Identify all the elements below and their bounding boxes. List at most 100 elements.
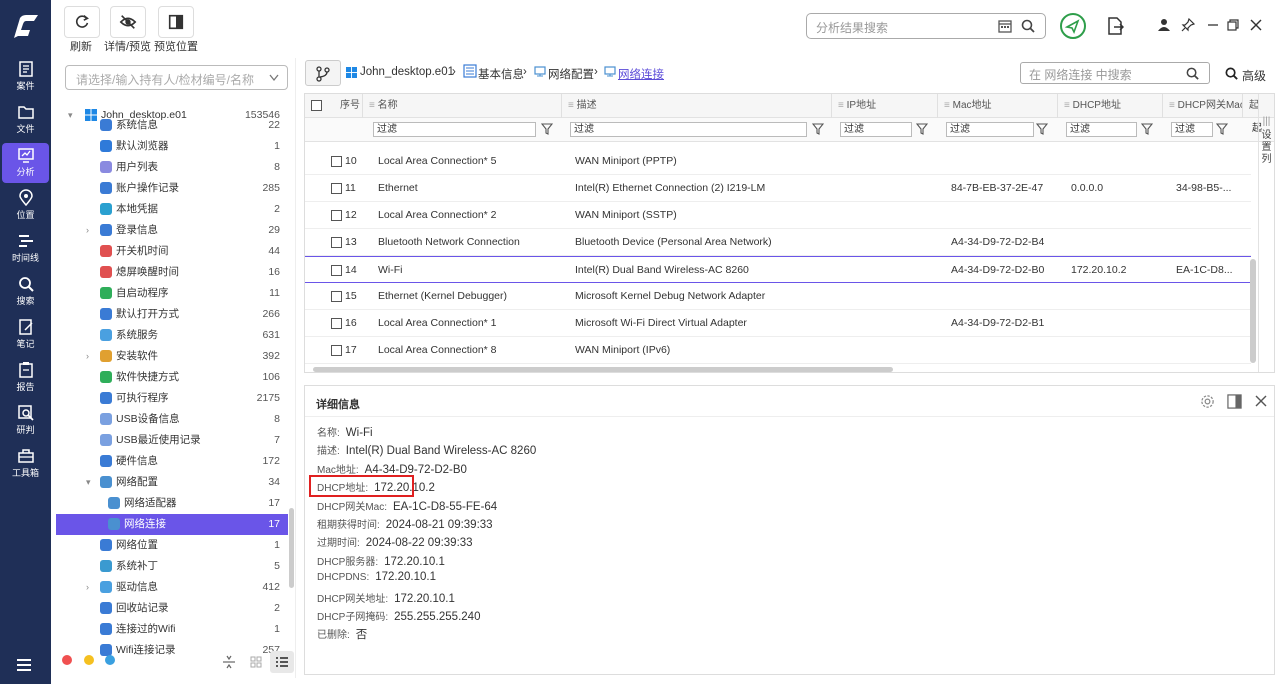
tree-scrollbar[interactable]	[289, 508, 294, 588]
tree-item[interactable]: 连接过的Wifi 1	[56, 619, 288, 640]
tree-item[interactable]: 可执行程序 2175	[56, 388, 288, 409]
close-icon[interactable]	[1254, 394, 1268, 408]
filter-icon[interactable]	[1141, 123, 1153, 135]
sidebar-item-judge[interactable]: 研判	[2, 401, 49, 441]
filter-icon[interactable]	[1036, 123, 1048, 135]
close-icon[interactable]	[1249, 18, 1263, 32]
breadcrumb-network-connection[interactable]: 网络连接	[618, 66, 664, 82]
evidence-select-input[interactable]: 请选择/输入持有人/检材编号/名称	[65, 65, 288, 90]
sidebar-item-timeline[interactable]: 时间线	[2, 229, 49, 269]
tree-item[interactable]: › 驱动信息 412	[56, 577, 288, 598]
tree-item[interactable]: 自启动程序 11	[56, 283, 288, 304]
filter-name-input[interactable]: 过滤	[373, 122, 536, 137]
gear-icon[interactable]	[1200, 394, 1215, 409]
sidebar-item-search[interactable]: 搜索	[2, 272, 49, 312]
tree-item[interactable]: 硬件信息 172	[56, 451, 288, 472]
filter-dhcp-input[interactable]: 过滤	[1066, 122, 1137, 137]
chevron-right-icon[interactable]: ›	[86, 346, 89, 367]
tree-item[interactable]: 系统补丁 5	[56, 556, 288, 577]
tree-item[interactable]: 系统信息 22	[56, 115, 288, 136]
advanced-button[interactable]: 高级	[1242, 67, 1266, 84]
filter-description-input[interactable]: 过滤	[570, 122, 807, 137]
filter-mac-input[interactable]: 过滤	[946, 122, 1034, 137]
table-vertical-scrollbar[interactable]	[1250, 259, 1256, 363]
row-checkbox[interactable]	[331, 265, 342, 276]
list-view-button[interactable]	[270, 651, 294, 673]
send-circle-icon[interactable]	[1059, 12, 1087, 40]
tree-item[interactable]: USB最近使用记录 7	[56, 430, 288, 451]
tree-item[interactable]: 本地凭据 2	[56, 199, 288, 220]
row-checkbox[interactable]	[331, 345, 342, 356]
tree-item[interactable]: › 登录信息 29	[56, 220, 288, 241]
table-row[interactable]: 11 Ethernet Intel(R) Ethernet Connection (…	[305, 175, 1251, 202]
chevron-down-icon[interactable]: ▾	[86, 472, 91, 493]
user-icon[interactable]	[1157, 18, 1171, 32]
breadcrumb-network-config[interactable]: 网络配置	[548, 66, 594, 82]
filter-icon[interactable]	[812, 123, 824, 135]
tree-item[interactable]: 熄屏唤醒时间 16	[56, 262, 288, 283]
row-checkbox[interactable]	[331, 183, 342, 194]
breadcrumb-basic-info[interactable]: 基本信息	[478, 66, 524, 82]
tree-item[interactable]: 网络位置 1	[56, 535, 288, 556]
filter-ip-input[interactable]: 过滤	[840, 122, 912, 137]
sidebar-item-folder[interactable]: 文件	[2, 100, 49, 140]
tree-item[interactable]: 默认浏览器 1	[56, 136, 288, 157]
table-row[interactable]: 15 Ethernet (Kernel Debugger) Microsoft Ke…	[305, 283, 1251, 310]
row-checkbox[interactable]	[331, 210, 342, 221]
export-file-icon[interactable]	[1106, 16, 1124, 36]
tree-item[interactable]: 用户列表 8	[56, 157, 288, 178]
tree-item[interactable]: ▾ 网络配置 34	[56, 472, 288, 493]
sidebar-item-analysis[interactable]: 分析	[2, 143, 49, 183]
sidebar-item-note[interactable]: 笔记	[2, 315, 49, 355]
tree-item[interactable]: 账户操作记录 285	[56, 178, 288, 199]
set-columns-button[interactable]: ||| 设置列	[1258, 94, 1274, 372]
branch-toggle-button[interactable]	[305, 60, 341, 86]
table-horizontal-scrollbar[interactable]	[313, 367, 893, 372]
row-checkbox[interactable]	[331, 318, 342, 329]
tree-item[interactable]: › 安装软件 392	[56, 346, 288, 367]
detail-preview-button[interactable]	[110, 6, 146, 38]
tree-item[interactable]: 软件快捷方式 106	[56, 367, 288, 388]
tree-item[interactable]: USB设备信息 8	[56, 409, 288, 430]
filter-icon[interactable]	[541, 123, 553, 135]
filter-icon[interactable]	[1216, 123, 1228, 135]
table-row[interactable]: 14 Wi-Fi Intel(R) Dual Band Wireless-AC 82…	[305, 256, 1251, 283]
grid-view-icon[interactable]	[249, 655, 263, 669]
tree-item[interactable]: 回收站记录 2	[56, 598, 288, 619]
table-row[interactable]: 13 Bluetooth Network Connection Bluetooth …	[305, 229, 1251, 256]
table-search-input[interactable]: 在 网络连接 中搜索	[1020, 62, 1210, 84]
chevron-right-icon[interactable]: ›	[86, 577, 89, 598]
sidebar-item-location[interactable]: 位置	[2, 186, 49, 226]
header-description[interactable]: ≡ 描述	[562, 94, 832, 118]
restore-icon[interactable]	[1226, 18, 1240, 32]
filter-icon[interactable]	[916, 123, 928, 135]
search-icon[interactable]	[1185, 66, 1200, 81]
row-checkbox[interactable]	[331, 291, 342, 302]
panel-toggle-icon[interactable]	[1227, 394, 1242, 409]
calendar-icon[interactable]	[997, 18, 1013, 34]
menu-icon[interactable]	[15, 657, 35, 673]
breadcrumb-root[interactable]: John_desktop.e01	[360, 66, 454, 78]
search-icon[interactable]	[1020, 18, 1036, 34]
row-checkbox[interactable]	[331, 237, 342, 248]
tree-item[interactable]: 系统服务 631	[56, 325, 288, 346]
sidebar-item-report[interactable]: 报告	[2, 358, 49, 398]
header-ip[interactable]: ≡ IP地址	[832, 94, 938, 118]
header-number[interactable]: 序号	[305, 94, 363, 118]
pin-icon[interactable]	[1181, 18, 1195, 32]
header-mac[interactable]: ≡ Mac地址	[938, 94, 1058, 118]
minimize-icon[interactable]	[1206, 18, 1220, 32]
table-row[interactable]: 16 Local Area Connection* 1 Microsoft Wi-F…	[305, 310, 1251, 337]
chevron-right-icon[interactable]: ›	[86, 220, 89, 241]
table-row[interactable]: 12 Local Area Connection* 2 WAN Miniport (…	[305, 202, 1251, 229]
header-name[interactable]: ≡ 名称	[363, 94, 562, 118]
analysis-search-input[interactable]: 分析结果搜索	[806, 13, 1046, 39]
row-checkbox[interactable]	[331, 156, 342, 167]
tree-item[interactable]: 开关机时间 44	[56, 241, 288, 262]
tree-item[interactable]: 网络适配器 17	[56, 493, 288, 514]
sidebar-item-case[interactable]: 案件	[2, 57, 49, 97]
filter-gateway-mac-input[interactable]: 过滤	[1171, 122, 1213, 137]
tree-item[interactable]: 网络连接 17	[56, 514, 288, 535]
table-row[interactable]: 10 Local Area Connection* 5 WAN Miniport (…	[305, 148, 1251, 175]
sidebar-item-toolbox[interactable]: 工具箱	[2, 444, 49, 484]
